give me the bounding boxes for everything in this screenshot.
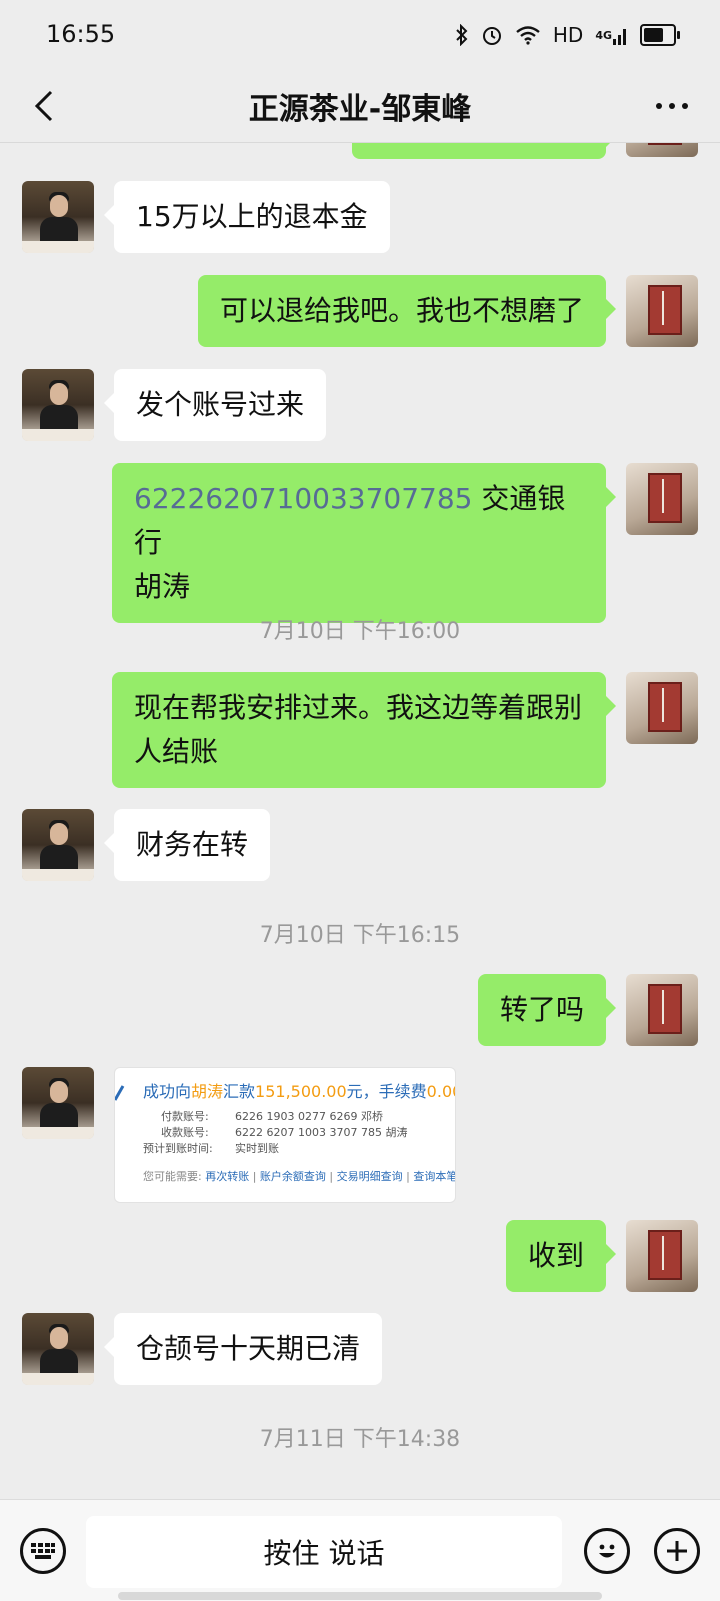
alarm-icon <box>481 24 503 46</box>
message-bubble[interactable]: 6222620710033707785 交通银行 胡涛 <box>112 463 616 623</box>
account-number-link[interactable]: 6222620710033707785 <box>134 482 472 515</box>
emoji-button[interactable] <box>584 1528 630 1574</box>
message-bubble[interactable]: 收到 <box>505 1220 617 1292</box>
message-bubble[interactable]: 转了吗 <box>477 974 617 1046</box>
chat-area[interactable]: 15万以上的退本金 可以退给我吧。我也不想磨了 发个账号过来 622262071… <box>0 143 720 1498</box>
message-bubble[interactable]: 仓颉号十天期已清 <box>103 1313 383 1385</box>
back-button[interactable] <box>20 80 68 132</box>
receipt-links: 您可能需要: 再次转账 | 账户余额查询 | 交易明细查询 | 查询本笔交易 <box>143 1170 455 1183</box>
avatar-contact[interactable] <box>22 1067 94 1139</box>
receipt-eta-row: 预计到账时间: 实时到账 <box>143 1142 279 1155</box>
message-text: 15万以上的退本金 <box>136 200 368 233</box>
check-icon <box>115 1085 125 1101</box>
emoji-icon <box>599 1544 615 1558</box>
receipt-payee-row: 收款账号: 6222 6207 1003 3707 785 胡涛 <box>161 1126 408 1139</box>
avatar-contact[interactable] <box>22 369 94 441</box>
avatar-me[interactable] <box>626 463 698 535</box>
more-icon <box>656 103 688 109</box>
avatar-contact[interactable] <box>22 1313 94 1385</box>
timestamp: 7月10日 下午16:15 <box>259 923 461 948</box>
message-text: 财务在转 <box>136 828 249 861</box>
message-bubble[interactable]: 可以退给我吧。我也不想磨了 <box>197 275 617 347</box>
message-bubble[interactable]: 现在帮我安排过来。我这边等着跟别人结账 <box>112 672 616 788</box>
timestamp: 7月10日 下午16:00 <box>259 619 461 644</box>
wifi-icon <box>515 25 541 45</box>
chat-header: 正源茶业-邹東峰 <box>0 72 720 143</box>
message-bubble[interactable]: 财务在转 <box>103 809 271 881</box>
signal-icon: 4G <box>595 25 628 45</box>
message-text: 发个账号过来 <box>136 388 305 421</box>
status-time: 16:55 <box>46 20 116 48</box>
message-bubble-partial <box>352 143 616 159</box>
keyboard-icon <box>31 1543 55 1559</box>
plus-icon <box>667 1541 687 1561</box>
keyboard-toggle-button[interactable] <box>20 1528 66 1574</box>
transfer-receipt-image[interactable]: 成功向胡涛汇款151,500.00元，手续费0.00元! 付款账号:6226 1… <box>114 1067 456 1203</box>
avatar-me[interactable] <box>626 1220 698 1292</box>
avatar-me[interactable] <box>626 275 698 347</box>
hd-label: HD <box>552 23 584 47</box>
avatar-contact[interactable] <box>22 809 94 881</box>
receipt-payer-row: 付款账号: 6226 1903 0277 6269 邓桥 <box>161 1110 383 1123</box>
receipt-headline: 成功向胡涛汇款151,500.00元，手续费0.00元! <box>143 1082 455 1101</box>
avatar-me[interactable] <box>626 974 698 1046</box>
battery-icon <box>640 24 680 46</box>
chevron-left-icon <box>34 90 53 122</box>
bluetooth-icon <box>455 24 469 46</box>
message-text: 可以退给我吧。我也不想磨了 <box>219 294 584 327</box>
avatar-contact[interactable] <box>22 181 94 253</box>
chat-title: 正源茶业-邹東峰 <box>248 92 472 127</box>
timestamp: 7月11日 下午14:38 <box>259 1427 461 1452</box>
hold-to-talk-button[interactable]: 按住 说话 <box>86 1516 562 1588</box>
message-text: 仓颉号十天期已清 <box>136 1332 361 1365</box>
more-actions-button[interactable] <box>654 1528 700 1574</box>
network-label: 4G <box>595 28 612 42</box>
input-bar: 按住 说话 <box>0 1499 720 1601</box>
message-text: 现在帮我安排过来。我这边等着跟别人结账 <box>134 691 583 768</box>
status-bar: 16:55 HD 4G <box>0 0 720 72</box>
more-button[interactable] <box>646 82 698 130</box>
avatar-me[interactable] <box>626 143 698 157</box>
message-text: 转了吗 <box>499 993 584 1026</box>
message-text-line2: 胡涛 <box>134 570 191 603</box>
message-text: 收到 <box>527 1239 584 1272</box>
message-bubble[interactable]: 15万以上的退本金 <box>104 181 390 253</box>
status-icons: HD 4G <box>455 20 680 50</box>
home-indicator <box>118 1592 602 1600</box>
avatar-me[interactable] <box>626 672 698 744</box>
message-bubble[interactable]: 发个账号过来 <box>103 369 327 441</box>
